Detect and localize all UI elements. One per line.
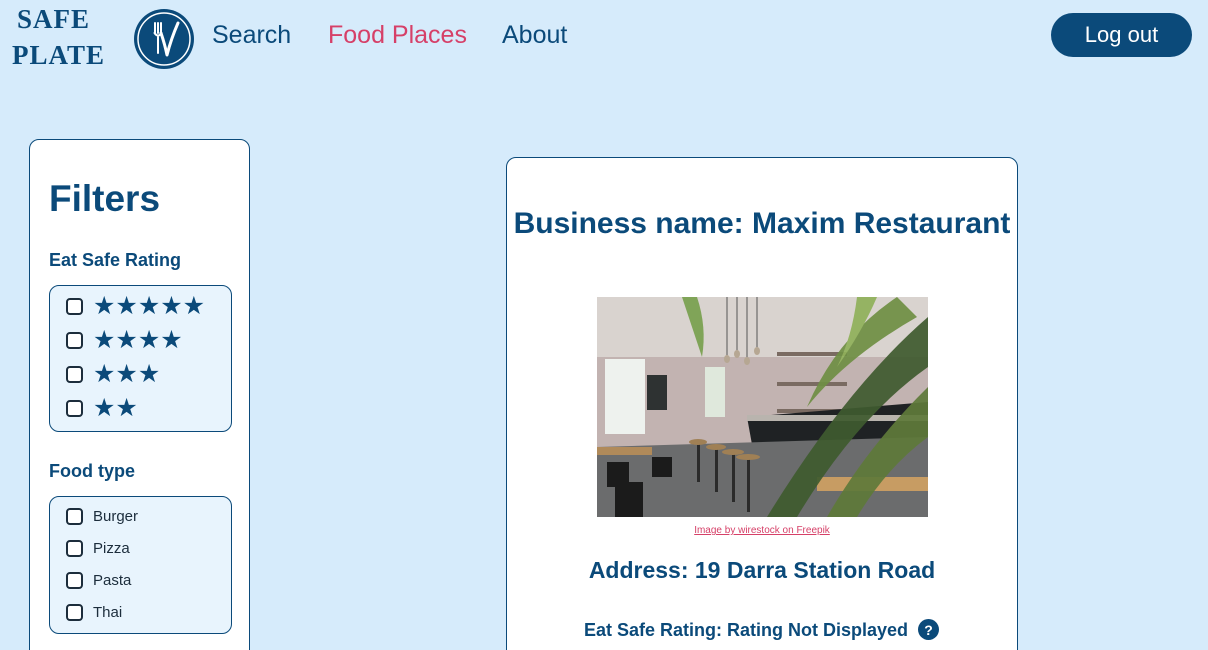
business-card: Business name: Maxim Restaurant Image by… bbox=[506, 157, 1018, 650]
stars-5: ★★★★★ bbox=[93, 291, 206, 320]
food-type-pizza[interactable]: Pizza bbox=[66, 535, 130, 561]
nav-food-places[interactable]: Food Places bbox=[328, 20, 467, 50]
checkbox[interactable] bbox=[66, 571, 83, 589]
food-type-label-thai: Thai bbox=[93, 603, 123, 621]
page: SAFE PLATE Search Food Places About Log … bbox=[0, 0, 1208, 650]
business-title: Business name: Maxim Restaurant bbox=[513, 207, 1011, 240]
checkbox[interactable] bbox=[66, 365, 83, 383]
image-credit-link[interactable]: Image by wirestock on Freepik bbox=[507, 525, 1017, 536]
restaurant-photo bbox=[597, 297, 928, 517]
checkbox[interactable] bbox=[66, 603, 83, 621]
food-type-thai[interactable]: Thai bbox=[66, 599, 122, 625]
checkbox[interactable] bbox=[66, 297, 83, 315]
filters-panel: Filters Eat Safe Rating ★★★★★ ★★★★ ★★★ ★… bbox=[29, 139, 250, 650]
checkbox[interactable] bbox=[66, 539, 83, 557]
food-type-label-burger: Burger bbox=[93, 507, 139, 525]
food-type-burger[interactable]: Burger bbox=[66, 503, 138, 529]
food-type-label: Food type bbox=[49, 461, 135, 481]
food-type-label-pasta: Pasta bbox=[93, 571, 132, 589]
question-circle-icon[interactable]: ? bbox=[918, 619, 939, 640]
nav-search[interactable]: Search bbox=[212, 20, 291, 50]
stars-3: ★★★ bbox=[93, 359, 161, 388]
brand-line1: SAFE bbox=[17, 4, 91, 34]
nav-about[interactable]: About bbox=[502, 20, 567, 50]
rating-option-4[interactable]: ★★★★ bbox=[66, 327, 183, 353]
brand-line2: PLATE bbox=[12, 40, 106, 70]
stars-4: ★★★★ bbox=[93, 325, 183, 354]
rating-option-3[interactable]: ★★★ bbox=[66, 361, 160, 387]
brand-logo[interactable]: SAFE PLATE bbox=[12, 6, 196, 72]
checkbox[interactable] bbox=[66, 331, 83, 349]
food-type-label-pizza: Pizza bbox=[93, 539, 130, 557]
rating-option-5[interactable]: ★★★★★ bbox=[66, 293, 205, 319]
business-address: Address: 19 Darra Station Road bbox=[588, 557, 936, 583]
rating-option-2[interactable]: ★★ bbox=[66, 395, 138, 421]
logout-button[interactable]: Log out bbox=[1051, 13, 1192, 57]
checkbox[interactable] bbox=[66, 507, 83, 525]
rating-filter-label: Eat Safe Rating bbox=[49, 250, 182, 270]
fork-check-icon bbox=[134, 9, 194, 69]
food-type-pasta[interactable]: Pasta bbox=[66, 567, 131, 593]
eat-safe-rating: Eat Safe Rating: Rating Not Displayed bbox=[584, 620, 909, 640]
stars-2: ★★ bbox=[93, 393, 138, 422]
checkbox[interactable] bbox=[66, 399, 83, 417]
filters-title: Filters bbox=[49, 178, 161, 219]
food-type-group: Burger Pizza Pasta Thai bbox=[49, 496, 232, 634]
rating-filter-group: ★★★★★ ★★★★ ★★★ ★★ bbox=[49, 285, 232, 432]
